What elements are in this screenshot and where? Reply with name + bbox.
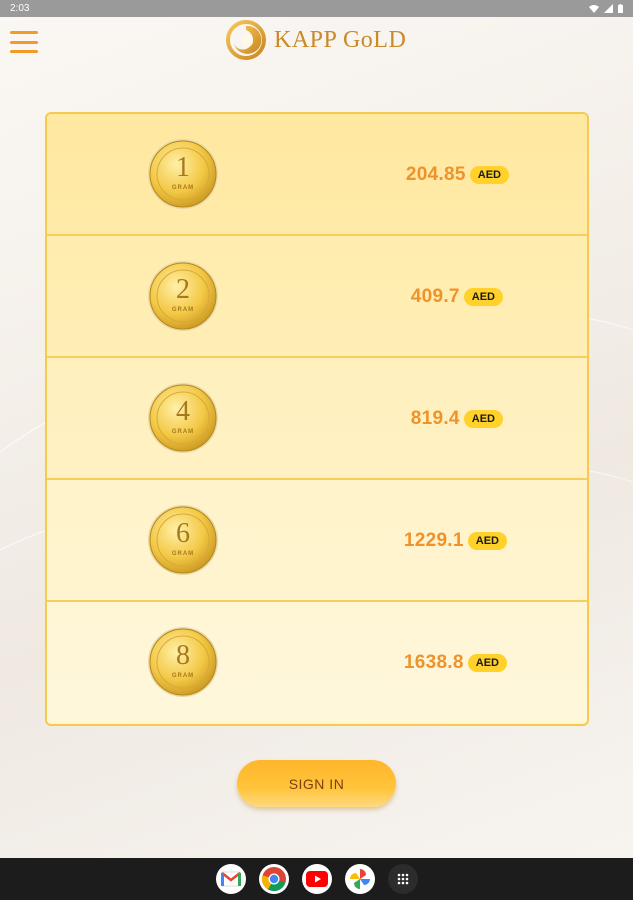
status-icons — [589, 4, 623, 13]
coin-gram-value: 1 — [176, 152, 190, 183]
youtube-icon[interactable] — [301, 864, 332, 894]
gold-coin-icon: 2 GRAM — [147, 260, 219, 332]
coin-gram-value: 2 — [176, 274, 190, 305]
price-value: 409.7 — [410, 286, 460, 307]
hamburger-menu-icon[interactable] — [10, 31, 38, 53]
price-value: 819.4 — [410, 408, 460, 429]
currency-badge: AED — [467, 654, 507, 672]
coin-gram-unit: GRAM — [171, 551, 195, 557]
coin-gram-unit: GRAM — [171, 185, 195, 191]
product-row-4g[interactable]: 4 GRAM 819.4 AED — [47, 358, 587, 480]
coin-gram-value: 8 — [176, 640, 190, 671]
currency-badge: AED — [469, 166, 509, 184]
coin-gram-value: 4 — [176, 396, 190, 427]
coin-gram-unit: GRAM — [171, 429, 195, 435]
photos-icon[interactable] — [344, 864, 375, 894]
gold-coin-icon: 6 GRAM — [147, 504, 219, 576]
price-group: 409.7 AED — [411, 286, 503, 308]
status-time: 2:03 — [10, 3, 30, 14]
price-value: 204.85 — [405, 164, 466, 185]
gmail-icon[interactable] — [215, 864, 246, 894]
coin-gram-value: 6 — [176, 518, 190, 549]
product-row-8g[interactable]: 8 GRAM 1638.8 AED — [47, 602, 587, 722]
product-row-2g[interactable]: 2 GRAM 409.7 AED — [47, 236, 587, 358]
app-drawer-icon[interactable] — [387, 864, 418, 894]
logo-swirl-icon — [226, 20, 266, 60]
product-row-1g[interactable]: 1 GRAM 204.85 AED — [47, 114, 587, 236]
status-bar: 2:03 — [0, 0, 633, 17]
product-row-6g[interactable]: 6 GRAM 1229.1 AED — [47, 480, 587, 602]
currency-badge: AED — [463, 288, 503, 306]
price-group: 204.85 AED — [406, 164, 509, 186]
sign-in-button[interactable]: SIGN IN — [237, 760, 396, 807]
logo-text: KAPP GoLD — [274, 26, 407, 53]
gold-product-list: 1 GRAM 204.85 AED 2 GRAM 409.7 AED 4 GRA… — [45, 112, 589, 726]
signal-icon — [604, 4, 613, 13]
wifi-icon — [589, 5, 599, 13]
app-logo: KAPP GoLD — [226, 20, 406, 60]
gold-coin-icon: 4 GRAM — [147, 382, 219, 454]
price-value: 1229.1 — [403, 530, 464, 551]
coin-gram-unit: GRAM — [171, 673, 195, 679]
currency-badge: AED — [467, 532, 507, 550]
app-header: KAPP GoLD — [0, 17, 633, 65]
price-group: 1638.8 AED — [404, 652, 507, 674]
currency-badge: AED — [463, 410, 503, 428]
price-value: 1638.8 — [403, 652, 464, 673]
chrome-icon[interactable] — [258, 864, 289, 894]
battery-icon — [618, 4, 623, 13]
price-group: 1229.1 AED — [404, 530, 507, 552]
price-group: 819.4 AED — [411, 408, 503, 430]
system-app-dock — [0, 858, 633, 900]
coin-gram-unit: GRAM — [171, 307, 195, 313]
gold-coin-icon: 8 GRAM — [147, 626, 219, 698]
gold-coin-icon: 1 GRAM — [147, 138, 219, 210]
